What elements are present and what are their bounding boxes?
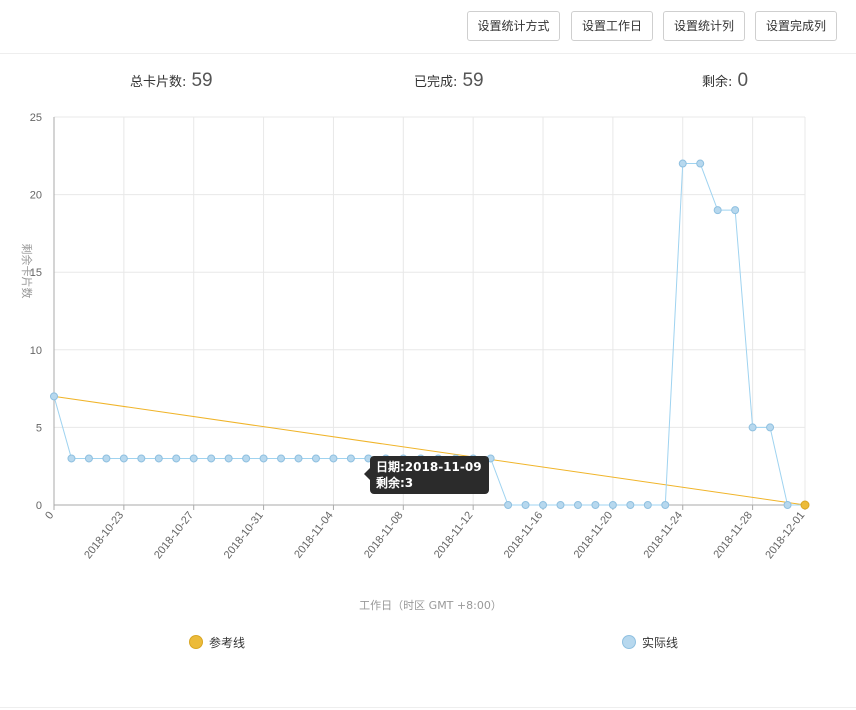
actual-data-point <box>137 454 146 463</box>
y-tick-label: 25 <box>30 112 42 124</box>
x-tick-label: 2018-11-24 <box>642 509 686 560</box>
actual-data-point <box>119 454 128 463</box>
y-tick-label: 20 <box>30 190 42 202</box>
actual-data-point <box>224 454 233 463</box>
actual-data-point <box>329 454 338 463</box>
burndown-chart: 05101520250 2018-10-23 2018-10-27 2018-10-3… <box>20 112 810 612</box>
actual-data-point <box>294 454 303 463</box>
actual-data-point <box>207 454 216 463</box>
x-tick-label: 2018-11-04 <box>292 509 336 560</box>
legend-actual-line[interactable]: 实际线 <box>622 634 678 652</box>
tooltip-remaining: 剩余:3 <box>376 476 414 490</box>
actual-data-point <box>189 454 198 463</box>
actual-data-point <box>626 501 635 509</box>
actual-data-point <box>731 206 740 215</box>
actual-data-point <box>172 454 181 463</box>
actual-data-point <box>311 454 320 463</box>
actual-data-point <box>259 454 268 463</box>
legend-reference-marker <box>189 635 203 649</box>
x-tick-label: 2018-11-16 <box>502 509 546 560</box>
legend-actual-marker <box>622 635 636 649</box>
chart-tooltip: 日期:2018-11-09 剩余:3 <box>364 456 489 494</box>
actual-data-point <box>748 423 757 432</box>
x-tick-label: 2018-10-23 <box>82 509 126 561</box>
x-tick-label: 2018-11-12 <box>432 509 476 560</box>
y-axis-title: 剩余卡片数 <box>20 244 34 299</box>
legend-reference-line[interactable]: 参考线 <box>189 634 245 652</box>
legend-actual-label: 实际线 <box>642 636 679 650</box>
actual-data-point <box>277 454 286 463</box>
actual-data-point <box>102 454 111 463</box>
actual-data-point <box>643 501 652 509</box>
actual-data-point <box>346 454 355 463</box>
reference-data-point <box>800 500 810 510</box>
actual-data-point <box>50 392 58 401</box>
actual-data-point <box>539 501 548 509</box>
tooltip-date: 日期:2018-11-09 <box>376 460 482 474</box>
x-tick-label: 2018-10-27 <box>152 509 196 561</box>
x-tick-label: 2018-11-28 <box>711 509 755 560</box>
x-tick-label: 2018-10-31 <box>222 509 266 561</box>
legend-reference-label: 参考线 <box>209 636 246 650</box>
actual-data-point <box>67 454 76 463</box>
actual-data-point <box>766 423 775 432</box>
x-axis-title: 工作日（时区 GMT +8:00） <box>359 599 502 612</box>
burndown-page: 设置统计方式 设置工作日 设置统计列 设置完成列 总卡片数: 59 已完成: 5… <box>0 0 856 710</box>
actual-data-point <box>678 159 687 168</box>
actual-data-point <box>608 501 617 509</box>
actual-data-point <box>556 501 565 509</box>
actual-data-point <box>573 501 582 509</box>
tooltip-arrow <box>364 468 370 480</box>
x-tick-label: 0 <box>43 509 56 521</box>
actual-data-point <box>504 501 513 509</box>
y-tick-label: 5 <box>36 422 42 434</box>
actual-data-point <box>84 454 93 463</box>
actual-data-point <box>783 501 792 509</box>
bottom-divider <box>0 707 856 708</box>
actual-data-point <box>242 454 251 463</box>
actual-data-point <box>696 159 705 168</box>
actual-data-point <box>154 454 163 463</box>
x-tick-label: 2018-11-20 <box>572 509 616 560</box>
actual-data-point <box>661 501 670 509</box>
x-tick-label: 2018-12-01 <box>763 509 807 561</box>
actual-series-line <box>53 163 805 506</box>
y-tick-label: 10 <box>30 345 42 357</box>
actual-data-point <box>713 206 722 215</box>
y-tick-label: 0 <box>36 500 42 512</box>
x-tick-label: 2018-11-08 <box>362 509 406 560</box>
actual-data-point <box>521 501 530 509</box>
actual-data-point <box>591 501 600 509</box>
